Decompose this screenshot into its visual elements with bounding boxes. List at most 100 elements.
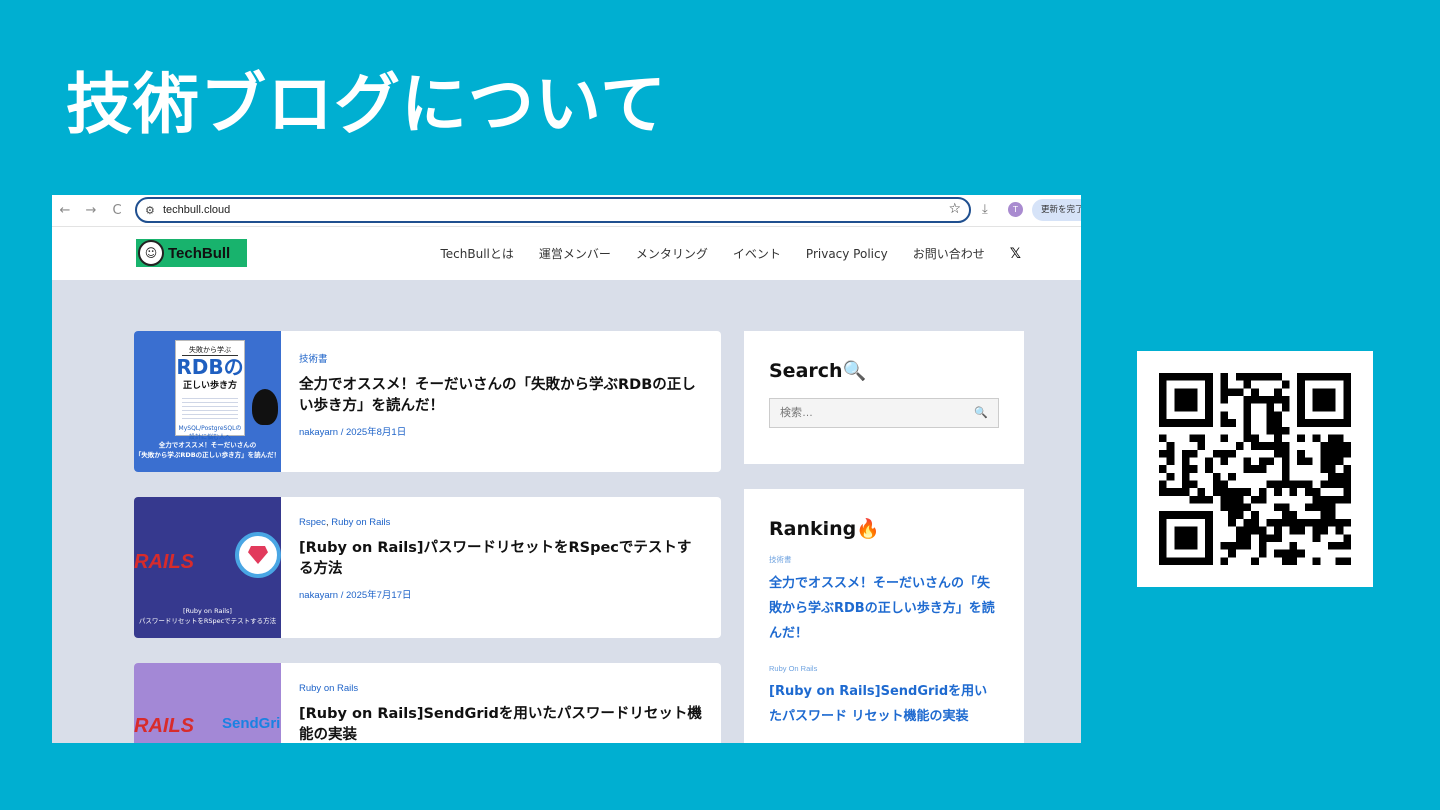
post-title[interactable]: 全力でオススメ！そーだいさんの「失敗から学ぶRDBの正しい歩き方」を読んだ！ — [299, 375, 703, 417]
caption-line: 全力でオススメ！そーだいさんの — [158, 441, 257, 449]
post-card[interactable]: 失敗から学ぶ RDBの 正しい歩き方 MySQL/PostgreSQLの設計に悩… — [134, 331, 721, 472]
nav-techbull-about[interactable]: TechBullとは — [440, 245, 513, 262]
qr-module — [1327, 457, 1336, 466]
qr-module — [1228, 449, 1236, 458]
nav-privacy-policy[interactable]: Privacy Policy — [806, 247, 888, 261]
ranking-title[interactable]: 全力でオススメ！そーだいさんの「失敗から学ぶRDBの正しい歩き方」を読んだ！ — [769, 571, 999, 646]
post-thumbnail[interactable]: RAILS SendGrid — [134, 663, 281, 743]
post-title[interactable]: [Ruby on Rails]パスワードリセットをRSpecでテストする方法 — [299, 538, 703, 580]
reload-icon[interactable]: C — [104, 203, 130, 218]
ranking-item[interactable]: 技術書 全力でオススメ！そーだいさんの「失敗から学ぶRDBの正しい歩き方」を読ん… — [769, 554, 999, 646]
qr-module — [1182, 403, 1190, 412]
ranking-item[interactable]: Ruby On Rails [Ruby on Rails]SendGridを用い… — [769, 664, 999, 729]
qr-module — [1274, 526, 1282, 535]
avatar[interactable]: T — [1008, 202, 1023, 217]
qr-module — [1312, 488, 1321, 496]
category-ruby-on-rails[interactable]: Ruby on Rails — [331, 517, 390, 528]
qr-module — [1327, 495, 1336, 504]
qr-module — [1174, 388, 1183, 397]
forward-arrow-icon[interactable]: → — [78, 203, 104, 218]
qr-module — [1320, 396, 1328, 404]
qr-module — [1205, 411, 1213, 420]
search-widget-title: Search🔍 — [769, 360, 867, 382]
site-logo[interactable]: ☺ TechBull — [136, 239, 247, 267]
qr-module — [1182, 511, 1190, 519]
qr-module — [1266, 457, 1275, 466]
star-icon[interactable]: ☆ — [948, 201, 961, 217]
post-card[interactable]: RAILS SendGrid Ruby on Rails [Ruby on Ra… — [134, 663, 721, 743]
qr-module — [1243, 503, 1252, 512]
tune-icon[interactable]: ⚙ — [145, 204, 163, 217]
qr-module — [1281, 518, 1290, 527]
post-meta[interactable]: nakayarn / 2025年8月1日 — [299, 424, 703, 438]
ranking-category[interactable]: 技術書 — [769, 554, 999, 565]
nav-contact[interactable]: お問い合わせ — [913, 245, 985, 262]
post-title[interactable]: [Ruby on Rails]SendGridを用いたパスワードリセット機能の実… — [299, 704, 703, 743]
search-input[interactable] — [770, 399, 966, 427]
nav-mentoring[interactable]: メンタリング — [636, 245, 708, 262]
ranking-category[interactable]: Ruby On Rails — [769, 664, 999, 673]
address-bar[interactable]: ⚙ techbull.cloud ☆ — [135, 197, 971, 223]
qr-module — [1182, 488, 1190, 496]
qr-module — [1335, 442, 1344, 450]
qr-module — [1312, 518, 1321, 527]
qr-module — [1281, 426, 1290, 435]
qr-module — [1327, 442, 1336, 450]
qr-module — [1320, 511, 1328, 519]
book-cover-title: RDBの — [176, 355, 244, 379]
category-rspec[interactable]: Rspec — [299, 517, 326, 528]
qr-module — [1251, 465, 1259, 473]
qr-module — [1312, 373, 1321, 381]
qr-module — [1274, 480, 1282, 489]
post-body: Ruby on Rails [Ruby on Rails]SendGridを用い… — [281, 663, 721, 743]
qr-module — [1235, 534, 1244, 542]
qr-module — [1159, 388, 1167, 397]
qr-module — [1258, 526, 1267, 535]
search-widget: Search🔍 🔍 — [744, 331, 1024, 464]
x-logo-icon[interactable]: 𝕏 — [1010, 246, 1021, 262]
qr-module — [1166, 511, 1175, 519]
qr-module — [1320, 495, 1328, 504]
qr-module — [1335, 472, 1344, 481]
qr-module — [1251, 511, 1259, 519]
qr-module — [1343, 518, 1351, 527]
qr-module — [1335, 518, 1344, 527]
nav-members[interactable]: 運営メンバー — [539, 245, 611, 262]
qr-module — [1312, 526, 1321, 535]
ranking-title[interactable]: [Ruby on Rails]SendGridを用いたパスワード リセット機能の… — [769, 679, 999, 729]
qr-module — [1327, 419, 1336, 427]
qr-module — [1159, 396, 1167, 404]
qr-module — [1289, 541, 1298, 550]
qr-module — [1297, 419, 1305, 427]
qr-module — [1182, 472, 1190, 481]
qr-module — [1266, 403, 1275, 412]
qr-module — [1228, 419, 1236, 427]
qr-module — [1343, 403, 1351, 412]
post-thumbnail[interactable]: RAILS [Ruby on Rails] パスワードリセットをRSpecでテス… — [134, 497, 281, 638]
qr-module — [1197, 373, 1206, 381]
nav-events[interactable]: イベント — [733, 245, 781, 262]
post-category[interactable]: Ruby on Rails — [299, 683, 703, 694]
qr-module — [1182, 388, 1190, 397]
post-thumbnail[interactable]: 失敗から学ぶ RDBの 正しい歩き方 MySQL/PostgreSQLの設計に悩… — [134, 331, 281, 472]
qr-module — [1166, 449, 1175, 458]
qr-module — [1258, 396, 1267, 404]
qr-module — [1274, 488, 1282, 496]
qr-module — [1205, 380, 1213, 389]
post-category[interactable]: 技術書 — [299, 351, 703, 365]
qr-module — [1251, 396, 1259, 404]
caption-line: 「失敗から学ぶRDBの正しい歩き方」を読んだ！ — [134, 451, 281, 459]
update-button[interactable]: 更新を完了 — [1032, 199, 1081, 221]
qr-module — [1182, 449, 1190, 458]
url-text[interactable]: techbull.cloud — [163, 204, 230, 216]
qr-module — [1304, 503, 1313, 512]
back-arrow-icon[interactable]: ← — [52, 203, 78, 218]
post-meta[interactable]: nakayarn / 2025年7月17日 — [299, 587, 703, 601]
ranking-widget: Ranking🔥 技術書 全力でオススメ！そーだいさんの「失敗から学ぶRDBの正… — [744, 489, 1024, 743]
qr-module — [1182, 465, 1190, 473]
download-icon[interactable]: ⤓ — [982, 202, 988, 217]
qr-module — [1220, 411, 1229, 420]
qr-module — [1274, 426, 1282, 435]
search-icon[interactable]: 🔍 — [964, 399, 998, 427]
post-card[interactable]: RAILS [Ruby on Rails] パスワードリセットをRSpecでテス… — [134, 497, 721, 638]
